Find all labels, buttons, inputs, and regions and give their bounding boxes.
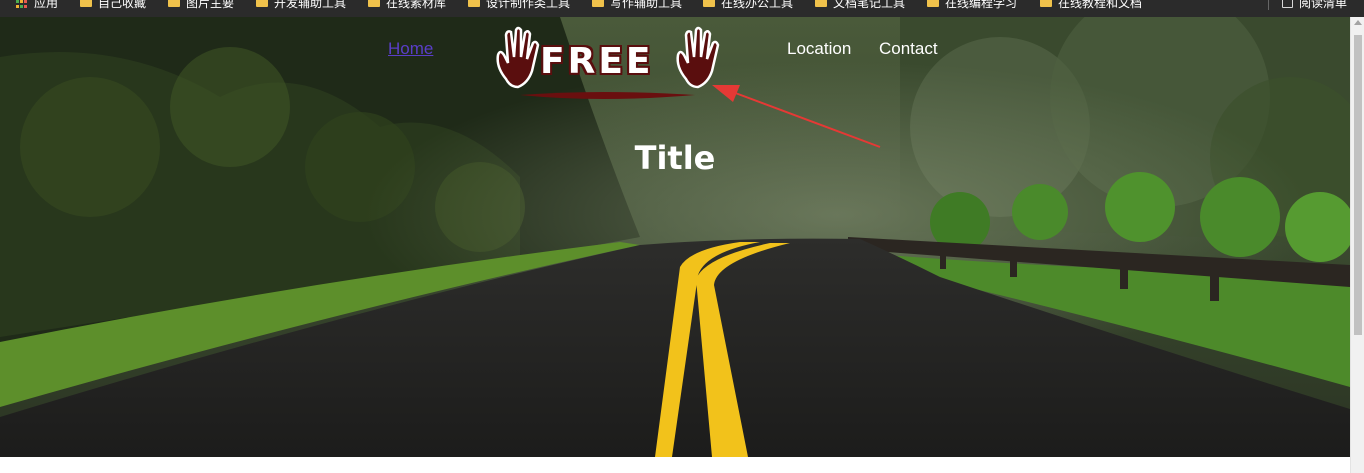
folder-icon xyxy=(1040,0,1052,7)
nav-contact-link[interactable]: Contact xyxy=(879,39,938,59)
reading-list-label: 阅读清单 xyxy=(1299,0,1348,10)
bookmark-label: 在线编程学习 xyxy=(945,0,1018,10)
page-content-below xyxy=(0,457,1350,473)
reading-list-icon xyxy=(1282,0,1293,8)
folder-icon xyxy=(168,0,180,7)
bookmarks-divider xyxy=(1268,0,1269,10)
apps-label: 应用 xyxy=(34,0,59,10)
hero-title: Title xyxy=(634,139,716,177)
folder-icon xyxy=(80,0,92,7)
bookmarks-bar: 应用 自己收藏 图片主要 开发辅助工具 在线素材库 设计制作类工具 写作辅助工具… xyxy=(0,0,1364,17)
logo-text: FREE xyxy=(540,41,654,82)
bookmark-folder[interactable]: 在线编程学习 xyxy=(927,0,1018,10)
apps-bookmark[interactable]: 应用 xyxy=(16,0,59,10)
folder-icon xyxy=(468,0,480,7)
bookmark-folder[interactable]: 开发辅助工具 xyxy=(256,0,347,10)
bookmark-folder[interactable]: 文档笔记工具 xyxy=(815,0,906,10)
bookmark-label: 在线教程和文档 xyxy=(1058,0,1143,10)
folder-icon xyxy=(703,0,715,7)
bookmark-folder[interactable]: 自己收藏 xyxy=(80,0,147,10)
folder-icon xyxy=(927,0,939,7)
apps-grid-icon xyxy=(16,0,28,8)
bookmark-folder[interactable]: 在线办公工具 xyxy=(703,0,794,10)
folder-icon xyxy=(592,0,604,7)
hand-icon xyxy=(496,26,540,89)
bookmark-folder[interactable]: 在线素材库 xyxy=(368,0,447,10)
bookmark-label: 设计制作类工具 xyxy=(486,0,571,10)
bookmark-label: 开发辅助工具 xyxy=(274,0,347,10)
bookmark-folder[interactable]: 设计制作类工具 xyxy=(468,0,571,10)
folder-icon xyxy=(256,0,268,7)
vertical-scrollbar[interactable] xyxy=(1350,17,1364,473)
nav-location-link[interactable]: Location xyxy=(787,39,851,59)
bookmark-folder[interactable]: 在线教程和文档 xyxy=(1040,0,1143,10)
free-logo[interactable]: FREE xyxy=(490,25,730,105)
nav-home-link[interactable]: Home xyxy=(388,39,433,59)
hero-section: Home FREE Location Contact Title xyxy=(0,17,1350,457)
folder-icon xyxy=(368,0,380,7)
bookmark-label: 自己收藏 xyxy=(98,0,147,10)
bookmark-folder[interactable]: 图片主要 xyxy=(168,0,235,10)
bookmark-label: 文档笔记工具 xyxy=(833,0,906,10)
bookmark-label: 图片主要 xyxy=(186,0,235,10)
scroll-up-icon[interactable] xyxy=(1354,20,1362,25)
bookmark-folder[interactable]: 写作辅助工具 xyxy=(592,0,683,10)
bookmark-label: 写作辅助工具 xyxy=(610,0,683,10)
reading-list-button[interactable]: 阅读清单 xyxy=(1282,0,1348,10)
bookmark-label: 在线素材库 xyxy=(386,0,447,10)
scroll-thumb[interactable] xyxy=(1354,35,1362,335)
folder-icon xyxy=(815,0,827,7)
bookmark-label: 在线办公工具 xyxy=(721,0,794,10)
